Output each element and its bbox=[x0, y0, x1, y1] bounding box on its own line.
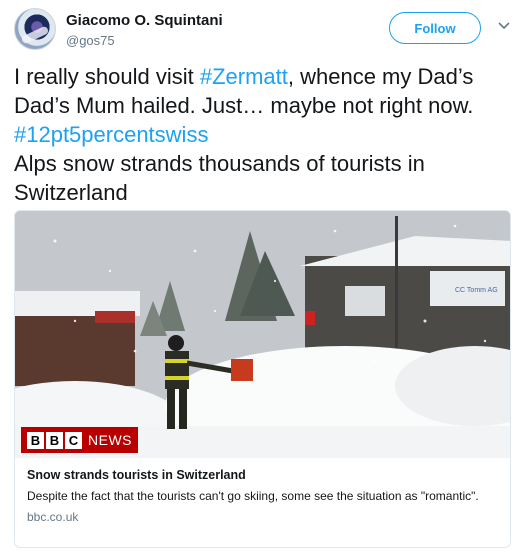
card-description: Despite the fact that the tourists can't… bbox=[27, 489, 479, 503]
card-body[interactable]: Snow strands tourists in Switzerland Des… bbox=[15, 458, 510, 534]
card-domain: bbc.co.uk bbox=[27, 510, 79, 524]
avatar[interactable] bbox=[14, 8, 56, 50]
card-image[interactable]: CC Tomm AG B B C NEWS bbox=[15, 211, 510, 458]
link-card[interactable]: CC Tomm AG B B C NEWS Snow strands touri… bbox=[14, 210, 511, 548]
tweet-text-part: Alps snow strands thousands of tourists … bbox=[14, 151, 425, 205]
hashtag-link[interactable]: #12pt5percentswiss bbox=[14, 122, 208, 147]
follow-button[interactable]: Follow bbox=[389, 12, 481, 44]
shop-sign-text: CC Tomm AG bbox=[455, 287, 498, 294]
author-info[interactable]: Giacomo O. Squintani @gos75 bbox=[66, 12, 223, 48]
bbc-news-logo: B B C NEWS bbox=[21, 427, 138, 453]
user-handle[interactable]: @gos75 bbox=[66, 33, 223, 48]
snow-scene-illustration: CC Tomm AG bbox=[15, 211, 510, 458]
bbc-logo-letter: B bbox=[27, 431, 44, 449]
tweet-header: Giacomo O. Squintani @gos75 Follow bbox=[14, 8, 515, 52]
display-name[interactable]: Giacomo O. Squintani bbox=[66, 12, 223, 29]
card-title[interactable]: Snow strands tourists in Switzerland bbox=[27, 468, 498, 482]
tweet-text-part: I really should visit bbox=[14, 64, 200, 89]
hashtag-link[interactable]: #Zermatt bbox=[200, 64, 288, 89]
bbc-logo-news: NEWS bbox=[88, 432, 132, 448]
bbc-logo-letter: C bbox=[65, 431, 82, 449]
chevron-down-icon[interactable] bbox=[497, 18, 511, 32]
tweet-text: I really should visit #Zermatt, whence m… bbox=[14, 62, 511, 207]
bbc-logo-letter: B bbox=[46, 431, 63, 449]
